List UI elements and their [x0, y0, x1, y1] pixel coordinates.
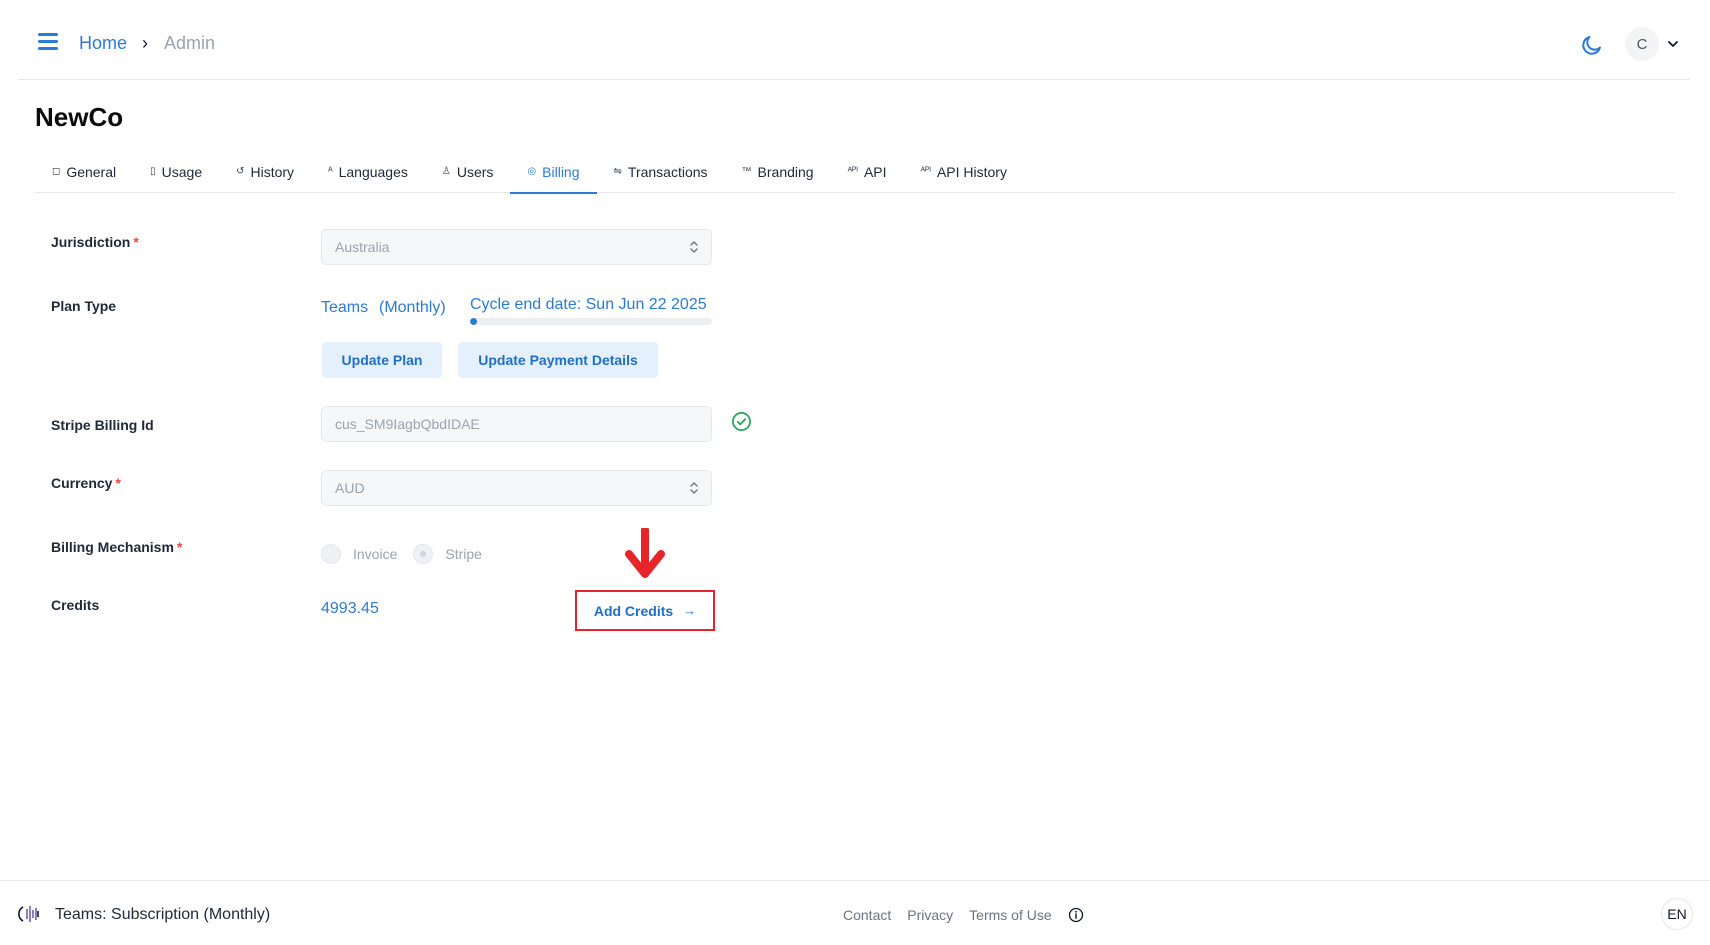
tab-users[interactable]: ♙ Users	[425, 150, 511, 193]
user-menu[interactable]: C	[1625, 27, 1679, 61]
tab-billing[interactable]: ◎ Billing	[510, 150, 597, 194]
tab-general[interactable]: ◻ General	[35, 150, 133, 193]
jurisdiction-label-text: Jurisdiction	[51, 234, 131, 250]
tab-label: Users	[456, 163, 494, 180]
tab-label: History	[250, 163, 295, 180]
currency-value: AUD	[335, 480, 365, 496]
tab-label: API	[863, 163, 887, 180]
stripe-radio-label: Stripe	[445, 546, 482, 562]
top-header: Home › Admin C	[18, 0, 1690, 80]
tab-label: Billing	[542, 163, 580, 180]
tab-languages[interactable]: ᴬ Languages	[311, 150, 425, 193]
required-marker: *	[133, 234, 139, 250]
square-icon: ◻	[52, 166, 61, 177]
invoice-radio[interactable]	[321, 544, 341, 564]
tab-label: General	[66, 163, 117, 180]
footer: Teams: Subscription (Monthly) Contact Pr…	[0, 880, 1710, 945]
chevron-right-icon: ›	[142, 33, 149, 53]
coins-icon: ◎	[527, 166, 537, 177]
translate-icon: ᴬ	[328, 166, 333, 177]
required-marker: *	[115, 475, 121, 491]
plan-period: (Monthly)	[379, 299, 446, 316]
terms-of-use-link[interactable]: Terms of Use	[969, 907, 1051, 923]
red-arrow-down-icon	[625, 528, 665, 578]
privacy-link[interactable]: Privacy	[907, 907, 953, 923]
tab-bar: ◻ General ▯ Usage ↺ History ᴬ Languages ♙ Use…	[35, 150, 1675, 194]
moon-icon[interactable]	[1580, 33, 1604, 57]
page-title: NewCo	[35, 102, 124, 132]
invoice-radio-label: Invoice	[353, 546, 398, 562]
cycle-progress-bar	[470, 318, 712, 325]
credits-label: Credits	[51, 597, 100, 613]
tab-usage[interactable]: ▯ Usage	[133, 150, 219, 193]
add-credits-label: Add Credits	[593, 602, 674, 619]
cycle-progress-fill	[470, 318, 478, 325]
api-history-icon: ᴬᴾᴵ	[920, 166, 931, 177]
cycle-end-date: Cycle end date: Sun Jun 22 2025	[470, 296, 707, 313]
add-credits-button[interactable]: Add Credits →	[581, 596, 709, 625]
currency-label: Currency *	[51, 475, 121, 491]
chevron-updown-icon	[690, 482, 698, 494]
jurisdiction-select[interactable]: Australia	[321, 229, 712, 265]
chevron-down-icon	[1668, 41, 1678, 47]
tab-label: Transactions	[627, 163, 708, 180]
billing-mechanism-label-text: Billing Mechanism	[51, 539, 174, 555]
api-icon: ᴬᴾᴵ	[847, 166, 858, 177]
transfer-icon: ⇋	[613, 166, 622, 177]
info-icon[interactable]	[1068, 907, 1084, 923]
tab-label: Languages	[338, 163, 408, 180]
footer-plan-text: Teams: Subscription (Monthly)	[55, 906, 271, 923]
tab-label: API History	[936, 163, 1007, 180]
plan-type-label: Plan Type	[51, 298, 117, 314]
user-icon: ♙	[441, 166, 451, 177]
stripe-billing-id-label: Stripe Billing Id	[51, 417, 154, 433]
breadcrumb-current: Admin	[164, 33, 216, 53]
trademark-icon: ™	[741, 166, 752, 177]
tab-api[interactable]: ᴬᴾᴵ API	[831, 150, 904, 193]
credits-value: 4993.45	[321, 600, 379, 617]
arrow-right-icon: →	[683, 603, 697, 618]
tab-label: Usage	[161, 163, 203, 180]
language-button[interactable]: EN	[1661, 898, 1693, 930]
tab-api-history[interactable]: ᴬᴾᴵ API History	[904, 150, 1024, 193]
contact-link[interactable]: Contact	[843, 907, 891, 923]
chevron-updown-icon	[690, 241, 698, 253]
menu-icon[interactable]	[38, 33, 60, 51]
database-icon: ▯	[150, 166, 156, 177]
billing-mechanism-radio-group: Invoice Stripe	[321, 544, 498, 564]
tab-branding[interactable]: ™ Branding	[725, 150, 831, 193]
tab-transactions[interactable]: ⇋ Transactions	[597, 150, 725, 193]
billing-mechanism-label: Billing Mechanism *	[51, 539, 182, 555]
add-credits-highlight: Add Credits →	[575, 590, 715, 631]
currency-label-text: Currency	[51, 475, 113, 491]
stripe-billing-id-value: cus_SM9IagbQbdIDAE	[335, 416, 480, 432]
update-plan-button[interactable]: Update Plan	[322, 342, 442, 378]
stripe-radio[interactable]	[413, 544, 434, 564]
check-circle-icon	[732, 412, 751, 431]
brand-logo-icon	[18, 906, 39, 922]
breadcrumb: Home › Admin	[79, 33, 215, 54]
required-marker: *	[176, 539, 183, 555]
update-payment-details-button[interactable]: Update Payment Details	[458, 342, 658, 378]
currency-select[interactable]: AUD	[321, 470, 712, 506]
jurisdiction-value: Australia	[335, 239, 390, 255]
stripe-billing-id-field[interactable]: cus_SM9IagbQbdIDAE	[321, 406, 712, 442]
tab-label: Branding	[757, 163, 814, 180]
breadcrumb-home-link[interactable]: Home	[79, 33, 127, 54]
footer-links: Contact Privacy Terms of Use	[843, 907, 1084, 923]
tab-history[interactable]: ↺ History	[219, 150, 311, 193]
jurisdiction-label: Jurisdiction *	[51, 234, 139, 250]
plan-name: Teams	[321, 299, 369, 316]
history-icon: ↺	[236, 166, 245, 177]
avatar: C	[1625, 27, 1659, 61]
